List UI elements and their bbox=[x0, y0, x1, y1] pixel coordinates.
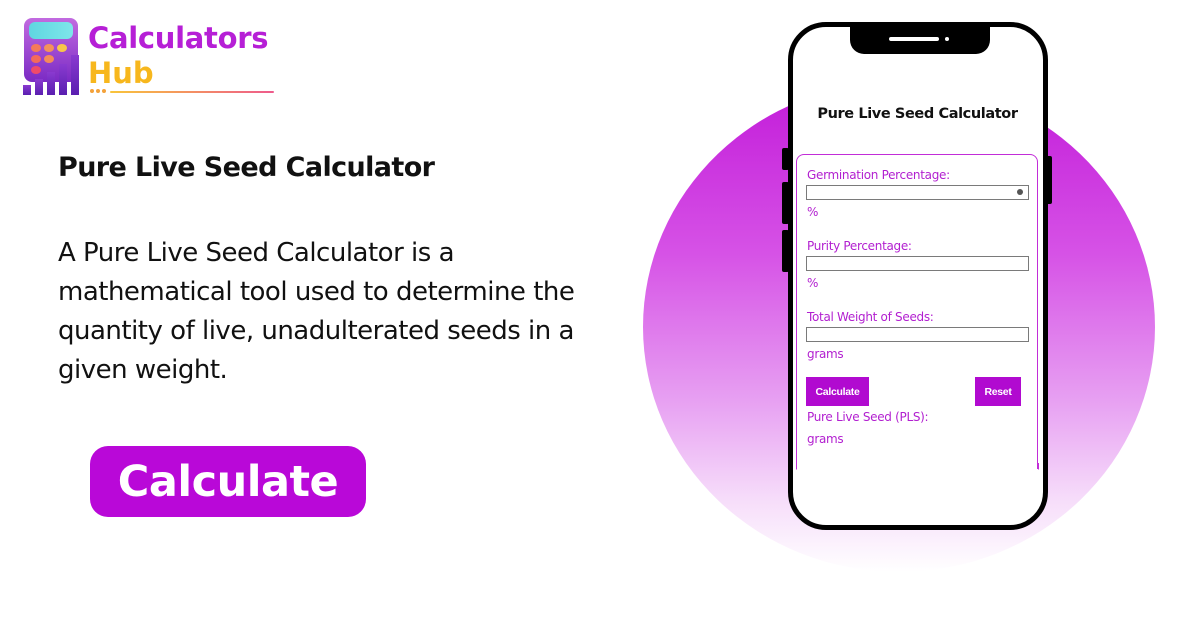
number-spinner-icon[interactable] bbox=[1017, 189, 1023, 195]
brand-name-secondary: Hub bbox=[88, 56, 154, 90]
logo-underline-decoration bbox=[110, 91, 274, 93]
brand-name-primary: Calculators bbox=[88, 21, 269, 55]
pls-result-label: Pure Live Seed (PLS): bbox=[807, 410, 929, 424]
calculate-button[interactable]: Calculate bbox=[806, 377, 869, 406]
calculator-chart-icon bbox=[23, 18, 79, 95]
pls-result-unit: grams bbox=[807, 432, 844, 446]
calculate-cta-button[interactable]: Calculate bbox=[90, 446, 366, 517]
calculator-title: Pure Live Seed Calculator bbox=[817, 106, 1018, 122]
phone-speaker bbox=[889, 37, 939, 41]
page-description: A Pure Live Seed Calculator is a mathema… bbox=[58, 238, 575, 385]
germination-input[interactable] bbox=[806, 185, 1029, 200]
total-weight-unit: grams bbox=[807, 347, 844, 361]
purity-input[interactable] bbox=[806, 256, 1029, 271]
total-weight-label: Total Weight of Seeds: bbox=[807, 310, 934, 324]
purity-label: Purity Percentage: bbox=[807, 239, 912, 253]
phone-camera bbox=[945, 37, 949, 41]
germination-label: Germination Percentage: bbox=[807, 168, 950, 182]
reset-button[interactable]: Reset bbox=[975, 377, 1021, 406]
logo-dots-decoration bbox=[90, 89, 106, 93]
germination-unit: % bbox=[807, 205, 819, 219]
total-weight-input[interactable] bbox=[806, 327, 1029, 342]
brand-logo[interactable]: Calculators Hub bbox=[20, 16, 280, 98]
page-title: Pure Live Seed Calculator bbox=[58, 152, 435, 183]
purity-unit: % bbox=[807, 276, 819, 290]
